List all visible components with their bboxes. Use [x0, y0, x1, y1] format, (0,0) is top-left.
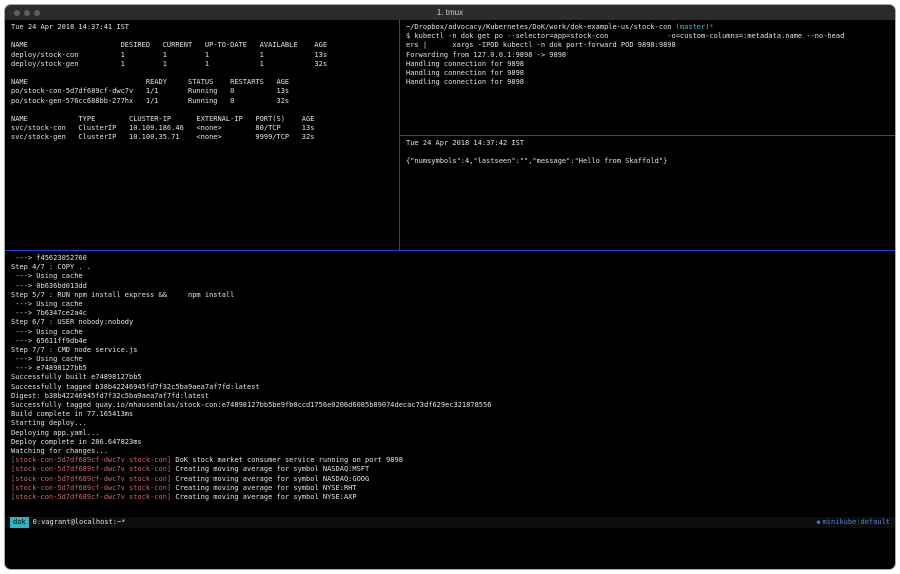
- kube-context-label: minikube:default: [823, 517, 890, 528]
- minikube-icon: ◆: [816, 517, 820, 528]
- terminal-line: NAME TYPE CLUSTER-IP EXTERNAL-IP PORT(S)…: [11, 115, 399, 124]
- terminal-line: svc/stock-con ClusterIP 10.109.186.46 <n…: [11, 124, 399, 133]
- terminal-line: deploy/stock-gen 1 1 1 1 32s: [11, 60, 399, 69]
- terminal-line: Successfully tagged b38b42246945fd7f32c5…: [11, 383, 895, 392]
- terminal-line: Build complete in 77.165413ms: [11, 410, 895, 419]
- terminal-line: NAME READY STATUS RESTARTS AGE: [11, 78, 399, 87]
- window-titlebar[interactable]: 1. tmux: [5, 5, 895, 20]
- terminal-line: deploy/stock-con 1 1 1 1 13s: [11, 51, 399, 60]
- terminal-line: Deploying app.yaml...: [11, 429, 895, 438]
- terminal-line: [11, 106, 399, 115]
- terminal-line: [11, 32, 399, 41]
- pane-curl-response[interactable]: Tue 24 Apr 2018 14:37:42 IST {"numsymbol…: [400, 136, 895, 250]
- top-pane-row: Tue 24 Apr 2018 14:37:41 IST NAME DESIRE…: [5, 20, 895, 250]
- terminal-line: ---> 65611ff9db4e: [11, 337, 895, 346]
- window-title: 1. tmux: [437, 8, 463, 17]
- terminal-line: [406, 148, 895, 157]
- terminal-line: Step 6/7 : USER nobody:nobody: [11, 318, 895, 327]
- terminal-line: ---> f45623052760: [11, 254, 895, 263]
- terminal-line: Deploy complete in 286.647823ms: [11, 438, 895, 447]
- terminal-line: Step 7/7 : CMD node service.js: [11, 346, 895, 355]
- terminal-line: ---> Using cache: [11, 328, 895, 337]
- terminal-line: Watching for changes...: [11, 447, 895, 456]
- terminal-line: {"numsymbols":4,"lastseen":"","message":…: [406, 157, 895, 166]
- terminal-line: Tue 24 Apr 2018 14:37:41 IST: [11, 23, 399, 32]
- status-right: ◆ minikube:default: [816, 517, 890, 528]
- terminal-line: Forwarding from 127.0.0.1:9898 -> 9898: [406, 51, 895, 60]
- terminal-line: Starting deploy...: [11, 419, 895, 428]
- terminal-line: [11, 69, 399, 78]
- terminal-line: Step 5/7 : RUN npm install express && np…: [11, 291, 895, 300]
- terminal-line: [stock-con-5d7df689cf-dwc7v stock-con] C…: [11, 484, 895, 493]
- terminal-line: ~/Dropbox/advocacy/Kubernetes/DoK/work/d…: [406, 23, 895, 32]
- terminal-line: po/stock-con-5d7df689cf-dwc7v 1/1 Runnin…: [11, 87, 399, 96]
- terminal-line: [stock-con-5d7df689cf-dwc7v stock-con] D…: [11, 456, 895, 465]
- terminal-line: [stock-con-5d7df689cf-dwc7v stock-con] C…: [11, 493, 895, 502]
- terminal-line: svc/stock-gen ClusterIP 10.100.35.71 <no…: [11, 133, 399, 142]
- pane-port-forward[interactable]: ~/Dropbox/advocacy/Kubernetes/DoK/work/d…: [400, 20, 895, 135]
- terminal-line: Handling connection for 9898: [406, 60, 895, 69]
- terminal-line: ---> 0b636bd013dd: [11, 282, 895, 291]
- terminal-line: [stock-con-5d7df689cf-dwc7v stock-con] C…: [11, 475, 895, 484]
- terminal-line: ers | xargs -IPOD kubectl -n dok port-fo…: [406, 41, 895, 50]
- session-name-badge: dok: [10, 517, 29, 528]
- terminal-line: ---> e74898127bb5: [11, 364, 895, 373]
- minimize-button[interactable]: [24, 10, 30, 16]
- terminal-line: Handling connection for 9898: [406, 78, 895, 87]
- terminal-line: po/stock-gen-576cc688bb-277hx 1/1 Runnin…: [11, 97, 399, 106]
- terminal-line: ---> Using cache: [11, 272, 895, 281]
- terminal-empty-area: [5, 528, 895, 569]
- terminal-window: 1. tmux Tue 24 Apr 2018 14:37:41 IST NAM…: [4, 4, 896, 570]
- tmux-session: Tue 24 Apr 2018 14:37:41 IST NAME DESIRE…: [5, 20, 895, 569]
- zoom-button[interactable]: [34, 10, 40, 16]
- window-list-item[interactable]: 0:vagrant@localhost:~*: [33, 517, 126, 528]
- terminal-line: Handling connection for 9898: [406, 69, 895, 78]
- right-pane-column: ~/Dropbox/advocacy/Kubernetes/DoK/work/d…: [400, 20, 895, 250]
- close-button[interactable]: [14, 10, 20, 16]
- terminal-line: Digest: b38b42246945fd7f32c5ba9aea7af7fd…: [11, 392, 895, 401]
- terminal-line: Successfully built e74898127bb5: [11, 373, 895, 382]
- pane-kubectl-watch[interactable]: Tue 24 Apr 2018 14:37:41 IST NAME DESIRE…: [5, 20, 399, 250]
- tmux-status-bar: dok 0:vagrant@localhost:~* ◆ minikube:de…: [5, 517, 895, 528]
- traffic-lights: [14, 5, 40, 20]
- terminal-line: ---> Using cache: [11, 355, 895, 364]
- terminal-line: Tue 24 Apr 2018 14:37:42 IST: [406, 139, 895, 148]
- terminal-line: Step 4/7 : COPY . .: [11, 263, 895, 272]
- terminal-line: $ kubectl -n dok get po --selector=app=s…: [406, 32, 895, 41]
- terminal-line: ---> Using cache: [11, 300, 895, 309]
- terminal-line: ---> 7b6347ce2a4c: [11, 309, 895, 318]
- pane-skaffold-log[interactable]: ---> f45623052760Step 4/7 : COPY . . ---…: [5, 251, 895, 517]
- terminal-line: NAME DESIRED CURRENT UP-TO-DATE AVAILABL…: [11, 41, 399, 50]
- terminal-line: Successfully tagged quay.io/mhausenblas/…: [11, 401, 895, 410]
- terminal-line: [stock-con-5d7df689cf-dwc7v stock-con] C…: [11, 465, 895, 474]
